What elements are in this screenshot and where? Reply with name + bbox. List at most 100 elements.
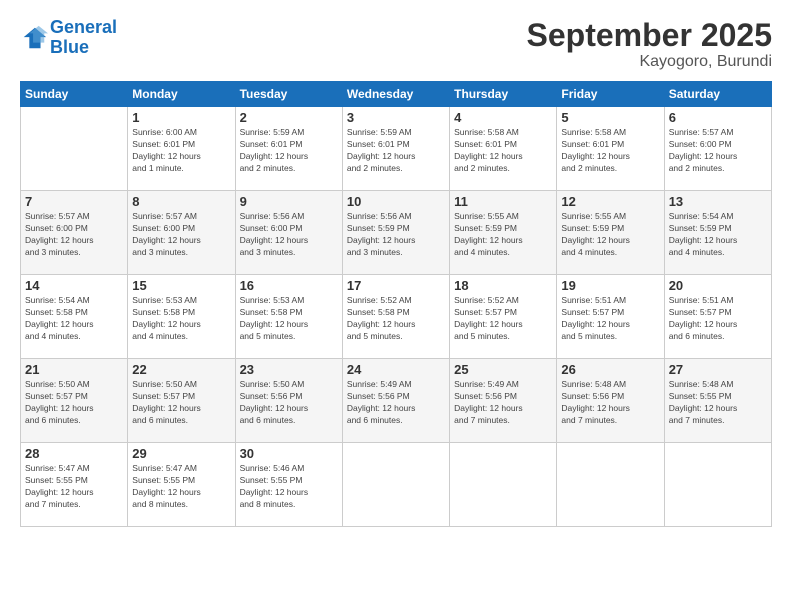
col-monday: Monday (128, 82, 235, 107)
day-number: 10 (347, 194, 445, 209)
calendar-cell (450, 443, 557, 527)
day-number: 23 (240, 362, 338, 377)
calendar-cell: 14 Sunrise: 5:54 AM Sunset: 5:58 PM Dayli… (21, 275, 128, 359)
day-number: 14 (25, 278, 123, 293)
calendar-cell: 15 Sunrise: 5:53 AM Sunset: 5:58 PM Dayli… (128, 275, 235, 359)
calendar-cell: 9 Sunrise: 5:56 AM Sunset: 6:00 PM Daylig… (235, 191, 342, 275)
day-number: 5 (561, 110, 659, 125)
day-info: Sunrise: 5:55 AM Sunset: 5:59 PM Dayligh… (561, 211, 659, 259)
calendar-cell: 11Sunrise: 5:55 AM Sunset: 5:59 PM Dayli… (450, 191, 557, 275)
calendar-cell (664, 443, 771, 527)
day-number: 1 (132, 110, 230, 125)
day-info: Sunrise: 5:56 AM Sunset: 5:59 PM Dayligh… (347, 211, 445, 259)
day-number: 6 (669, 110, 767, 125)
day-number: 24 (347, 362, 445, 377)
day-info: Sunrise: 5:59 AM Sunset: 6:01 PM Dayligh… (240, 127, 338, 175)
day-info: Sunrise: 5:53 AM Sunset: 5:58 PM Dayligh… (132, 295, 230, 343)
day-number: 21 (25, 362, 123, 377)
day-info: Sunrise: 5:48 AM Sunset: 5:56 PM Dayligh… (561, 379, 659, 427)
col-sunday: Sunday (21, 82, 128, 107)
day-number: 13 (669, 194, 767, 209)
day-number: 15 (132, 278, 230, 293)
calendar-cell: 5 Sunrise: 5:58 AM Sunset: 6:01 PM Daylig… (557, 107, 664, 191)
day-info: Sunrise: 5:55 AM Sunset: 5:59 PM Dayligh… (454, 211, 552, 259)
col-thursday: Thursday (450, 82, 557, 107)
day-number: 12 (561, 194, 659, 209)
calendar-cell: 7Sunrise: 5:57 AM Sunset: 6:00 PM Daylig… (21, 191, 128, 275)
calendar-cell: 6 Sunrise: 5:57 AM Sunset: 6:00 PM Daylig… (664, 107, 771, 191)
location-title: Kayogoro, Burundi (527, 53, 772, 71)
day-info: Sunrise: 5:54 AM Sunset: 5:58 PM Dayligh… (25, 295, 123, 343)
calendar-cell: 24 Sunrise: 5:49 AM Sunset: 5:56 PM Dayli… (342, 359, 449, 443)
calendar-cell (21, 107, 128, 191)
col-friday: Friday (557, 82, 664, 107)
calendar-cell (342, 443, 449, 527)
day-info: Sunrise: 5:50 AM Sunset: 5:57 PM Dayligh… (132, 379, 230, 427)
header: General Blue September 2025 Kayogoro, Bu… (20, 18, 772, 71)
calendar-cell: 4 Sunrise: 5:58 AM Sunset: 6:01 PM Daylig… (450, 107, 557, 191)
day-number: 9 (240, 194, 338, 209)
day-number: 19 (561, 278, 659, 293)
calendar-cell: 8 Sunrise: 5:57 AM Sunset: 6:00 PM Daylig… (128, 191, 235, 275)
day-info: Sunrise: 5:50 AM Sunset: 5:56 PM Dayligh… (240, 379, 338, 427)
calendar-cell: 22Sunrise: 5:50 AM Sunset: 5:57 PM Dayli… (128, 359, 235, 443)
week-row-1: 7 Sunrise: 5:57 AM Sunset: 6:00 PM Daylig… (21, 191, 772, 275)
day-info: Sunrise: 5:57 AM Sunset: 6:00 PM Dayligh… (669, 127, 767, 175)
logo-line1: General (50, 17, 117, 37)
day-info: Sunrise: 5:46 AM Sunset: 5:55 PM Dayligh… (240, 463, 338, 511)
day-info: Sunrise: 5:53 AM Sunset: 5:58 PM Dayligh… (240, 295, 338, 343)
calendar-cell: 12 Sunrise: 5:55 AM Sunset: 5:59 PM Dayli… (557, 191, 664, 275)
day-number: 8 (132, 194, 230, 209)
day-info: Sunrise: 5:58 AM Sunset: 6:01 PM Dayligh… (454, 127, 552, 175)
week-row-2: 14 Sunrise: 5:54 AM Sunset: 5:58 PM Dayli… (21, 275, 772, 359)
day-number: 16 (240, 278, 338, 293)
calendar-cell: 1 Sunrise: 6:00 AM Sunset: 6:01 PM Daylig… (128, 107, 235, 191)
day-number: 3 (347, 110, 445, 125)
day-number: 25 (454, 362, 552, 377)
calendar-cell: 10 Sunrise: 5:56 AM Sunset: 5:59 PM Dayli… (342, 191, 449, 275)
calendar-cell: 18Sunrise: 5:52 AM Sunset: 5:57 PM Dayli… (450, 275, 557, 359)
day-number: 20 (669, 278, 767, 293)
day-info: Sunrise: 5:52 AM Sunset: 5:58 PM Dayligh… (347, 295, 445, 343)
day-info: Sunrise: 5:50 AM Sunset: 5:57 PM Dayligh… (25, 379, 123, 427)
day-info: Sunrise: 5:47 AM Sunset: 5:55 PM Dayligh… (132, 463, 230, 511)
day-number: 27 (669, 362, 767, 377)
title-block: September 2025 Kayogoro, Burundi (527, 18, 772, 71)
calendar-cell: 16 Sunrise: 5:53 AM Sunset: 5:58 PM Dayli… (235, 275, 342, 359)
week-row-4: 28 Sunrise: 5:47 AM Sunset: 5:55 PM Dayli… (21, 443, 772, 527)
day-info: Sunrise: 6:00 AM Sunset: 6:01 PM Dayligh… (132, 127, 230, 175)
calendar-cell: 19 Sunrise: 5:51 AM Sunset: 5:57 PM Dayli… (557, 275, 664, 359)
day-number: 17 (347, 278, 445, 293)
day-info: Sunrise: 5:59 AM Sunset: 6:01 PM Dayligh… (347, 127, 445, 175)
day-info: Sunrise: 5:49 AM Sunset: 5:56 PM Dayligh… (454, 379, 552, 427)
day-info: Sunrise: 5:47 AM Sunset: 5:55 PM Dayligh… (25, 463, 123, 511)
day-number: 4 (454, 110, 552, 125)
calendar-cell: 21 Sunrise: 5:50 AM Sunset: 5:57 PM Dayli… (21, 359, 128, 443)
calendar-cell: 29 Sunrise: 5:47 AM Sunset: 5:55 PM Dayli… (128, 443, 235, 527)
header-row: Sunday Monday Tuesday Wednesday Thursday… (21, 82, 772, 107)
month-title: September 2025 (527, 18, 772, 53)
logo-icon (20, 24, 48, 52)
day-info: Sunrise: 5:49 AM Sunset: 5:56 PM Dayligh… (347, 379, 445, 427)
col-saturday: Saturday (664, 82, 771, 107)
calendar-cell: 3 Sunrise: 5:59 AM Sunset: 6:01 PM Daylig… (342, 107, 449, 191)
day-number: 7 (25, 194, 123, 209)
day-info: Sunrise: 5:58 AM Sunset: 6:01 PM Dayligh… (561, 127, 659, 175)
logo-text: General Blue (50, 18, 117, 58)
calendar-cell: 28 Sunrise: 5:47 AM Sunset: 5:55 PM Dayli… (21, 443, 128, 527)
calendar-cell: 17 Sunrise: 5:52 AM Sunset: 5:58 PM Dayli… (342, 275, 449, 359)
day-number: 18 (454, 278, 552, 293)
day-info: Sunrise: 5:51 AM Sunset: 5:57 PM Dayligh… (561, 295, 659, 343)
week-row-0: 1 Sunrise: 6:00 AM Sunset: 6:01 PM Daylig… (21, 107, 772, 191)
day-number: 28 (25, 446, 123, 461)
day-number: 2 (240, 110, 338, 125)
calendar-cell (557, 443, 664, 527)
day-info: Sunrise: 5:51 AM Sunset: 5:57 PM Dayligh… (669, 295, 767, 343)
calendar-cell: 30 Sunrise: 5:46 AM Sunset: 5:55 PM Dayli… (235, 443, 342, 527)
day-number: 29 (132, 446, 230, 461)
day-number: 30 (240, 446, 338, 461)
logo: General Blue (20, 18, 117, 58)
day-info: Sunrise: 5:56 AM Sunset: 6:00 PM Dayligh… (240, 211, 338, 259)
logo-line2: Blue (50, 37, 89, 57)
day-info: Sunrise: 5:57 AM Sunset: 6:00 PM Dayligh… (132, 211, 230, 259)
